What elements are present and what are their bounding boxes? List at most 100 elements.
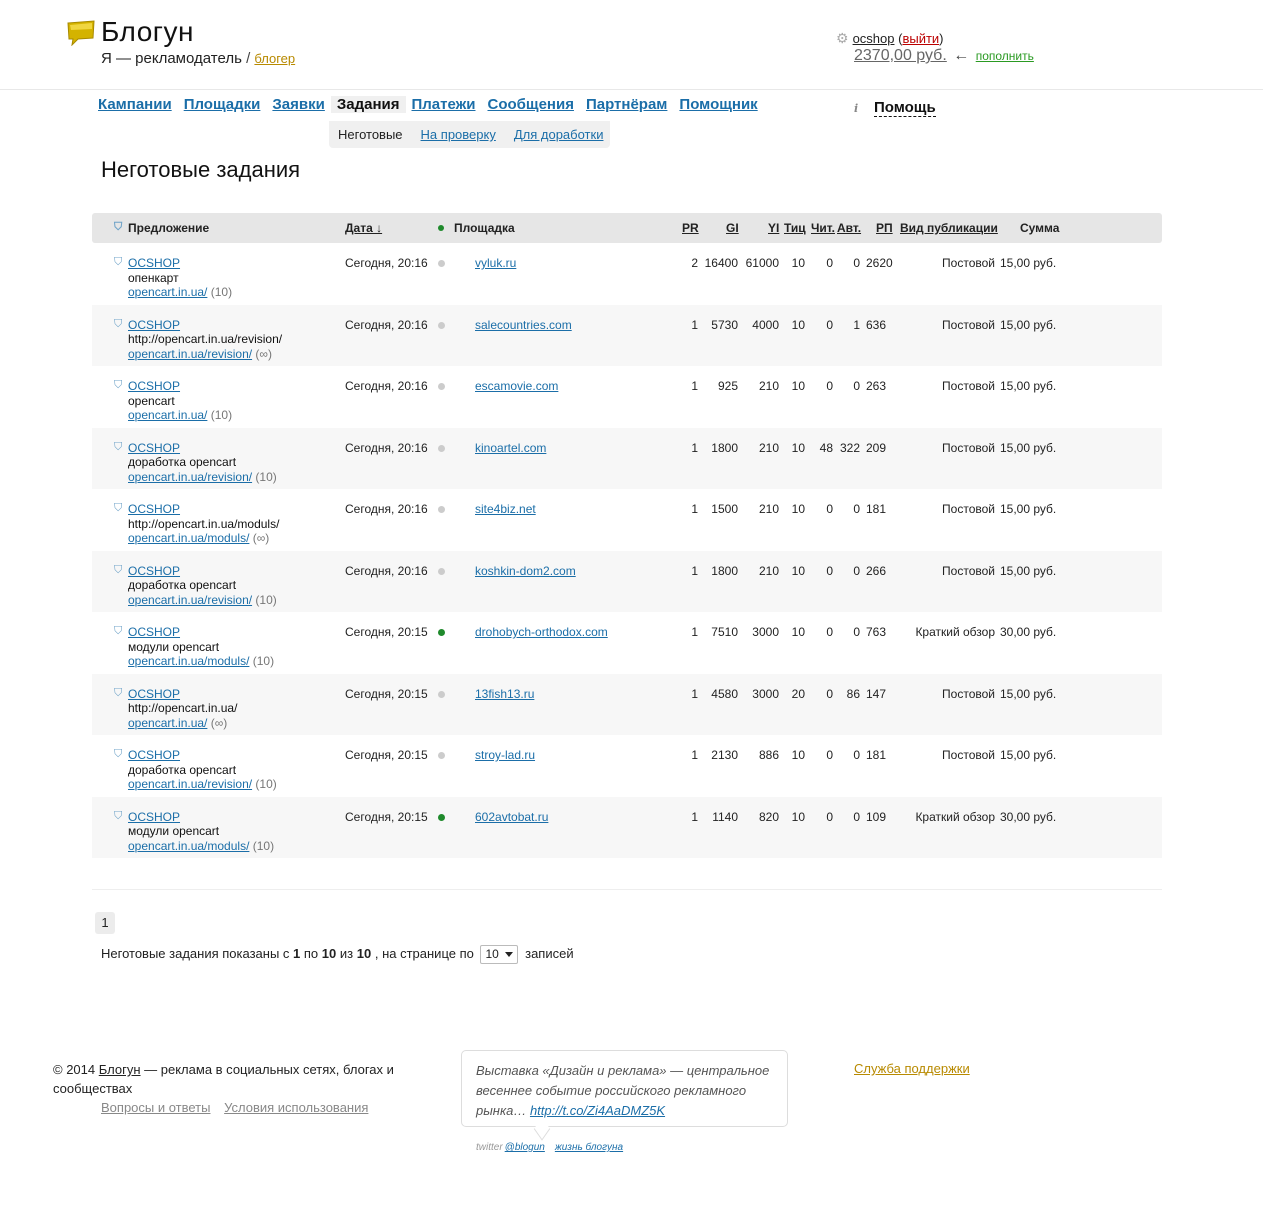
subnav-for-review[interactable]: На проверку	[421, 127, 496, 142]
site-link[interactable]: 602avtobat.ru	[475, 810, 548, 824]
rp-cell: 181	[866, 502, 887, 516]
per-page-select[interactable]: 10	[480, 945, 519, 964]
status-dot-icon	[438, 444, 445, 452]
offer-link[interactable]: OCSHOP	[128, 564, 180, 578]
offer-link[interactable]: OCSHOP	[128, 625, 180, 639]
offer-url-link[interactable]: opencart.in.ua/revision/	[128, 470, 252, 484]
date-cell: Сегодня, 20:16	[345, 563, 428, 578]
twitter-meta: twitter @blogun жизнь блогуна	[476, 1142, 623, 1153]
site-link[interactable]: site4biz.net	[475, 502, 536, 516]
balance-amount[interactable]: 2370,00 руб.	[854, 47, 947, 64]
header-rp[interactable]: РП	[876, 221, 893, 235]
shield-icon: ⛉	[114, 748, 123, 760]
subnav-not-ready[interactable]: Неготовые	[338, 127, 403, 142]
offer-link[interactable]: OCSHOP	[128, 318, 180, 332]
offer-link[interactable]: OCSHOP	[128, 502, 180, 516]
site-link[interactable]: koshkin-dom2.com	[475, 564, 576, 578]
nav-assistant[interactable]: Помощник	[679, 96, 757, 113]
header-gi[interactable]: GI	[726, 221, 739, 235]
offer-link[interactable]: OCSHOP	[128, 687, 180, 701]
header-tic[interactable]: Тиц	[784, 221, 806, 235]
offer-link[interactable]: OCSHOP	[128, 748, 180, 762]
main-nav: Кампании Площадки Заявки Задания Платежи…	[98, 96, 770, 113]
offer-url-link[interactable]: opencart.in.ua/	[128, 408, 207, 422]
offer-url-link[interactable]: opencart.in.ua/revision/	[128, 347, 252, 361]
nav-payments[interactable]: Платежи	[412, 96, 476, 113]
gi-cell: 5730	[711, 317, 738, 332]
info-icon: i	[854, 102, 859, 115]
faq-link[interactable]: Вопросы и ответы	[101, 1100, 210, 1115]
role-blogger-link[interactable]: блогер	[254, 51, 295, 66]
site-link[interactable]: stroy-lad.ru	[475, 748, 535, 762]
support-link[interactable]: Служба поддержки	[854, 1061, 970, 1076]
gear-icon[interactable]: ⚙	[836, 30, 849, 46]
offer-link[interactable]: OCSHOP	[128, 441, 180, 455]
tweet-box: Выставка «Дизайн и реклама» — центрально…	[461, 1050, 788, 1141]
nav-partners[interactable]: Партнёрам	[586, 96, 667, 113]
site-link[interactable]: vyluk.ru	[475, 256, 516, 270]
offer-url-link[interactable]: opencart.in.ua/	[128, 716, 207, 730]
date-cell: Сегодня, 20:15	[345, 809, 428, 824]
site-link[interactable]: drohobych-orthodox.com	[475, 625, 608, 639]
logout-link[interactable]: выйти	[902, 31, 939, 46]
page-button-1[interactable]: 1	[95, 912, 115, 934]
site-link[interactable]: escamovie.com	[475, 379, 558, 393]
offer-count: (∞)	[210, 715, 228, 730]
pub-type-cell: Постовой	[942, 502, 995, 516]
pr-cell: 1	[691, 379, 698, 393]
chit-cell: 0	[826, 256, 833, 270]
header-yi[interactable]: YI	[768, 221, 779, 235]
nav-messages[interactable]: Сообщения	[488, 96, 574, 113]
site-link[interactable]: salecountries.com	[475, 318, 572, 332]
sum-cell: 15,00 руб.	[1000, 502, 1057, 516]
brand-title[interactable]: Блогун	[101, 16, 194, 48]
sum-cell: 15,00 руб.	[1000, 379, 1057, 393]
tic-cell: 10	[791, 502, 805, 516]
header-chit[interactable]: Чит.	[811, 221, 835, 235]
offer-url-link[interactable]: opencart.in.ua/moduls/	[128, 531, 249, 545]
offer-url-link[interactable]: opencart.in.ua/moduls/	[128, 654, 249, 668]
nav-tasks[interactable]: Задания	[330, 96, 406, 113]
topup-link[interactable]: пополнить	[976, 49, 1034, 63]
table-body: ⛉ OCSHOP опенкарт opencart.in.ua/ (10) Сегод…	[92, 243, 1162, 858]
logo-speech-bubble-icon[interactable]	[66, 20, 96, 46]
chit-cell: 0	[826, 809, 833, 824]
footer-brand-link[interactable]: Блогун	[99, 1062, 141, 1077]
nav-campaigns[interactable]: Кампании	[98, 96, 172, 113]
header-pr[interactable]: PR	[682, 221, 699, 235]
tweet-link[interactable]: http://t.co/Zi4AaDMZ5K	[530, 1103, 665, 1118]
gi-cell: 7510	[711, 625, 738, 639]
subnav-for-revision[interactable]: Для доработки	[514, 127, 604, 142]
sum-cell: 15,00 руб.	[1000, 317, 1057, 332]
pr-cell: 1	[691, 625, 698, 639]
help-label[interactable]: Помощь	[874, 99, 936, 117]
twitter-handle-link[interactable]: @blogun	[505, 1142, 545, 1153]
tic-cell: 10	[791, 317, 805, 332]
offer-url-link[interactable]: opencart.in.ua/revision/	[128, 777, 252, 791]
yi-cell: 3000	[752, 686, 779, 701]
rp-cell: 263	[866, 379, 887, 393]
status-dot-icon	[438, 567, 445, 575]
pub-type-cell: Краткий обзор	[915, 809, 995, 824]
offer-url-link[interactable]: opencart.in.ua/	[128, 285, 207, 299]
pub-type-cell: Постовой	[942, 563, 995, 578]
terms-link[interactable]: Условия использования	[224, 1100, 368, 1115]
site-link[interactable]: kinoartel.com	[475, 441, 546, 455]
offer-count: (10)	[255, 592, 277, 607]
yi-cell: 4000	[752, 317, 779, 332]
offer-url-link[interactable]: opencart.in.ua/revision/	[128, 593, 252, 607]
header-pub-type[interactable]: Вид публикации	[900, 221, 998, 235]
offer-cell: OCSHOP доработка opencart opencart.in.ua/r…	[128, 564, 277, 608]
nav-sites[interactable]: Площадки	[184, 96, 261, 113]
blog-life-link[interactable]: жизнь блогуна	[555, 1142, 623, 1153]
offer-link[interactable]: OCSHOP	[128, 810, 180, 824]
offer-link[interactable]: OCSHOP	[128, 379, 180, 393]
offer-url-link[interactable]: opencart.in.ua/moduls/	[128, 839, 249, 853]
header-avt[interactable]: Авт.	[837, 221, 861, 235]
site-link[interactable]: 13fish13.ru	[475, 687, 534, 701]
header-date-sort[interactable]: Дата ↓	[345, 221, 382, 235]
offer-link[interactable]: OCSHOP	[128, 256, 180, 270]
username-link[interactable]: ocshop	[853, 31, 895, 46]
help-toggle[interactable]: i Помощь	[854, 99, 936, 117]
nav-requests[interactable]: Заявки	[272, 96, 324, 113]
